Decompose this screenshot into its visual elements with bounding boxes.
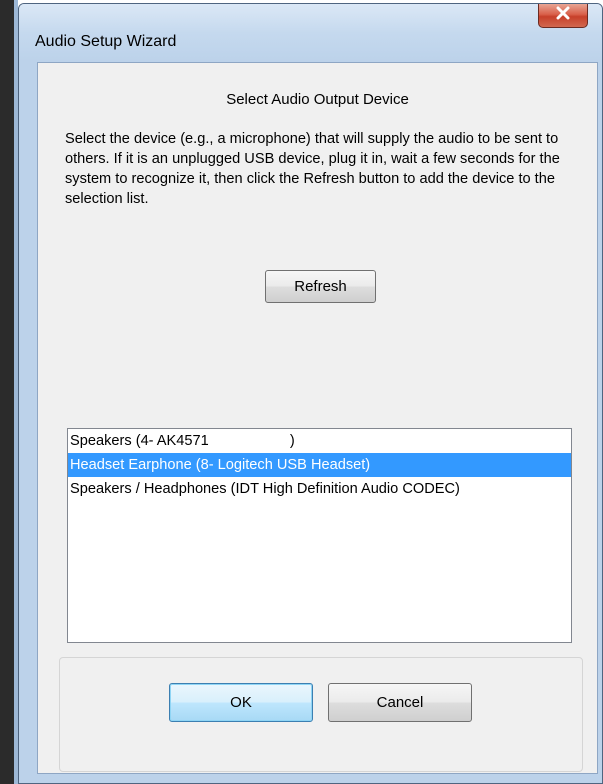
close-button[interactable] bbox=[538, 4, 588, 28]
close-icon bbox=[555, 6, 571, 25]
ok-button[interactable]: OK bbox=[169, 683, 313, 722]
dialog-content: Select Audio Output Device Select the de… bbox=[37, 62, 598, 774]
list-item-selected[interactable]: Headset Earphone (8- Logitech USB Headse… bbox=[68, 453, 571, 477]
window-title: Audio Setup Wizard bbox=[35, 33, 177, 50]
instructions-text: Select the device (e.g., a microphone) t… bbox=[65, 131, 560, 207]
background-window-edge bbox=[0, 0, 18, 784]
list-item[interactable]: Speakers / Headphones (IDT High Definiti… bbox=[68, 477, 571, 501]
button-panel bbox=[59, 657, 583, 772]
title-bar[interactable]: Audio Setup Wizard bbox=[19, 4, 602, 62]
cancel-button[interactable]: Cancel bbox=[328, 683, 472, 722]
refresh-button[interactable]: Refresh bbox=[265, 270, 376, 303]
list-item[interactable]: Speakers (4- AK4571 ) bbox=[68, 429, 571, 453]
page-title: Select Audio Output Device bbox=[226, 91, 409, 108]
device-listbox[interactable]: Speakers (4- AK4571 ) Headset Earphone (… bbox=[67, 428, 572, 643]
dialog-window: Audio Setup Wizard Select Audio Output D… bbox=[18, 3, 603, 784]
